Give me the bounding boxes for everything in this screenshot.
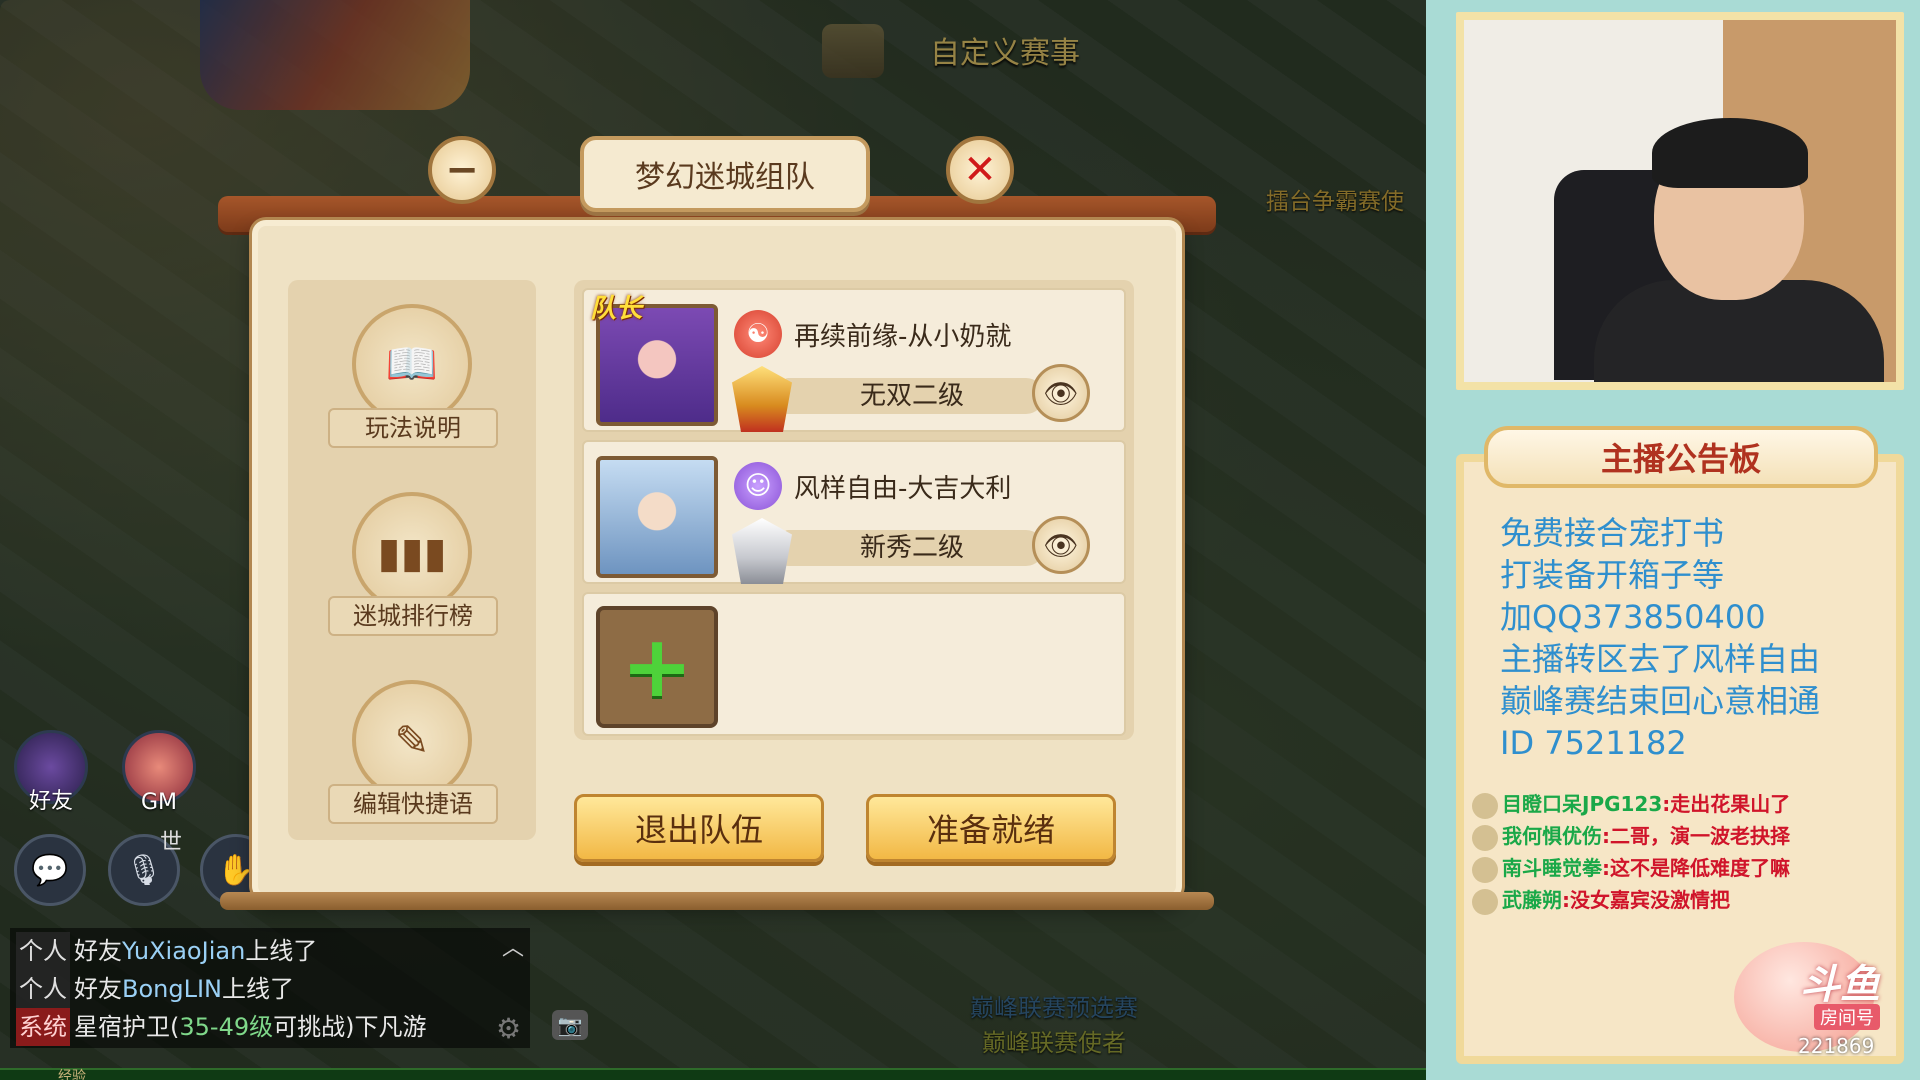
chat-tag: 个人 [16,970,70,1008]
gm-button[interactable]: GM [122,730,196,815]
chat-tag: 个人 [16,932,70,970]
danmaku-item: 目瞪口呆JPG123:走出花果山了 [1472,788,1790,820]
announcement-title: 主播公告板 [1484,426,1878,488]
member-rank: 新秀二级 [859,533,964,563]
streamer-hair [1652,118,1808,188]
room-label: 房间号 [1814,1004,1880,1030]
chat-line: 个人 好友YuXiaoJian上线了 [16,932,524,970]
silver-rank-badge-icon [732,518,792,584]
exp-bar: 经验 [0,1068,1426,1080]
user-avatar-icon [1472,824,1498,851]
menu-label: 玩法说明 [328,408,498,448]
gold-rank-badge-icon [732,366,792,432]
chat-player-name[interactable]: BongLIN [122,975,222,1003]
gm-label: GM [140,790,178,815]
friends-label: 好友 [28,789,73,814]
danmaku-message: 二哥，演一波老抉择 [1610,824,1790,848]
danmaku-message: 走出花果山了 [1670,792,1791,816]
close-icon[interactable]: ✕ [946,136,1014,204]
captain-tag: 队长 [590,294,643,324]
gear-icon[interactable]: ⚙ [496,1012,521,1045]
chat-text: 好友 [74,937,122,965]
user-avatar-icon [1472,792,1498,819]
announcement-board: 主播公告板 免费接合宠打书 打装备开箱子等 加QQ373850400 主播转区去… [1456,426,1904,1064]
chat-tag: 系统 [16,1008,70,1046]
douyu-mascot: 斗鱼 房间号 221869 [1714,912,1914,1062]
chat-panel[interactable]: 个人 好友YuXiaoJian上线了 个人 好友BongLIN上线了 系统 星宿护卫(… [10,928,530,1048]
chat-text: 上线了 [245,937,318,965]
chat-line: 系统 星宿护卫(35-49级可挑战)下凡游 [16,1008,524,1046]
chat-line: 个人 好友BongLIN上线了 [16,970,524,1008]
webcam-frame [1456,12,1904,390]
menu-label: 迷城排行榜 [328,596,498,636]
announcement-line: 打装备开箱子等 [1500,556,1725,594]
team-roster: 队长 ☯ 再续前缘-从小奶就 无双二级 👁 ☺ 风样自由-大吉大利 新秀二级 👁 [574,280,1134,740]
danmaku-item: 南斗睡觉拳:这不是降低难度了嘛 [1472,852,1790,884]
world-channel-label: 世 [160,830,183,855]
chat-text: 可挑战)下凡游 [273,1013,427,1041]
leave-team-button[interactable]: 退出队伍 [574,794,824,862]
chat-bubble-icon[interactable]: 💬 [14,834,86,906]
webcam-feed [1464,20,1896,382]
announcement-lines: 免费接合宠打书 打装备开箱子等 加QQ373850400 主播转区去了风样自由 … [1500,512,1820,764]
dialog-title: 梦幻迷城组队 [580,136,870,212]
dialog-bottom-rod [220,892,1214,910]
ranking-menu-item[interactable]: ▮▮▮ 迷城排行榜 [328,492,498,640]
room-number: 221869 [1798,1034,1875,1058]
member-name: 风样自由-大吉大利 [794,474,1012,504]
team-member-row[interactable]: ☺ 风样自由-大吉大利 新秀二级 👁 [582,440,1126,584]
chat-text: 上线了 [222,975,294,1003]
view-eye-button[interactable]: 👁 [1032,364,1090,422]
member-name: 再续前缘-从小奶就 [794,322,1012,352]
danmaku-item: 我何惧优伤:二哥，演一波老抉择 [1472,820,1790,852]
rules-menu-item[interactable]: 📖 玩法说明 [328,304,498,452]
team-member-row[interactable]: 队长 ☯ 再续前缘-从小奶就 无双二级 👁 [582,288,1126,432]
ghost-faction-icon: ☺ [734,462,782,510]
announcement-line: 免费接合宠打书 [1500,514,1725,552]
camera-icon[interactable]: 📷 [552,1010,588,1040]
empty-member-slot: + [582,592,1126,736]
exp-label: 经验 [58,1069,86,1080]
chat-player-name[interactable]: YuXiaoJian [122,937,245,965]
chat-text: 好友 [74,975,122,1003]
bar-chart-icon: ▮▮▮ [352,492,472,612]
danmaku-user: 南斗睡觉拳 [1502,856,1602,880]
view-eye-button[interactable]: 👁 [1032,516,1090,574]
announcement-line: ID 7521182 [1500,724,1687,762]
friends-button[interactable]: 好友 [14,730,88,814]
user-avatar-icon [1472,856,1498,883]
game-scene[interactable]: 自定义赛事 擂台争霸赛使 巅峰联赛预选赛 巅峰联赛使者 好友 GM 💬 🎙 世 … [0,0,1426,1080]
team-dialog: 📖 玩法说明 ▮▮▮ 迷城排行榜 ✎ 编辑快捷语 队长 ☯ 再续前缘-从小奶就 [218,136,1216,910]
danmaku-message: 这不是降低难度了嘛 [1610,856,1790,880]
quick-phrase-menu-item[interactable]: ✎ 编辑快捷语 [328,680,498,828]
pencil-icon: ✎ [352,680,472,800]
minimize-icon[interactable]: − [428,136,496,204]
danmaku-user: 目瞪口呆JPG123 [1502,792,1663,816]
user-avatar-icon [1472,888,1498,915]
chevron-up-icon[interactable]: ︿ [502,930,524,962]
stream-sidebar: 主播公告板 免费接合宠打书 打装备开箱子等 加QQ373850400 主播转区去… [1426,0,1920,1080]
chat-level-range: 35-49级 [179,1013,274,1041]
dialog-board: 📖 玩法说明 ▮▮▮ 迷城排行榜 ✎ 编辑快捷语 队长 ☯ 再续前缘-从小奶就 [220,220,1214,910]
danmaku-message: 没女嘉宾没激情把 [1570,888,1730,912]
douyu-logo: 斗鱼 [1800,962,1880,1008]
chat-text: 星宿护卫( [74,1013,180,1041]
danmaku-list: 目瞪口呆JPG123:走出花果山了 我何惧优伤:二哥，演一波老抉择 南斗睡觉拳:… [1472,788,1790,916]
book-icon: 📖 [352,304,472,424]
ready-button[interactable]: 准备就绪 [866,794,1116,862]
tiangong-faction-icon: ☯ [734,310,782,358]
member-portrait[interactable] [596,456,718,578]
add-member-plus-icon[interactable]: + [596,606,718,728]
dialog-side-menu: 📖 玩法说明 ▮▮▮ 迷城排行榜 ✎ 编辑快捷语 [288,280,536,840]
announcement-line: 主播转区去了风样自由 [1500,640,1821,678]
member-rank: 无双二级 [859,381,964,411]
announcement-line: 加QQ373850400 [1500,598,1766,636]
announcement-line: 巅峰赛结束回心意相通 [1500,682,1821,720]
danmaku-user: 武藤朔 [1502,888,1562,912]
danmaku-user: 我何惧优伤 [1502,824,1602,848]
menu-label: 编辑快捷语 [328,784,498,824]
